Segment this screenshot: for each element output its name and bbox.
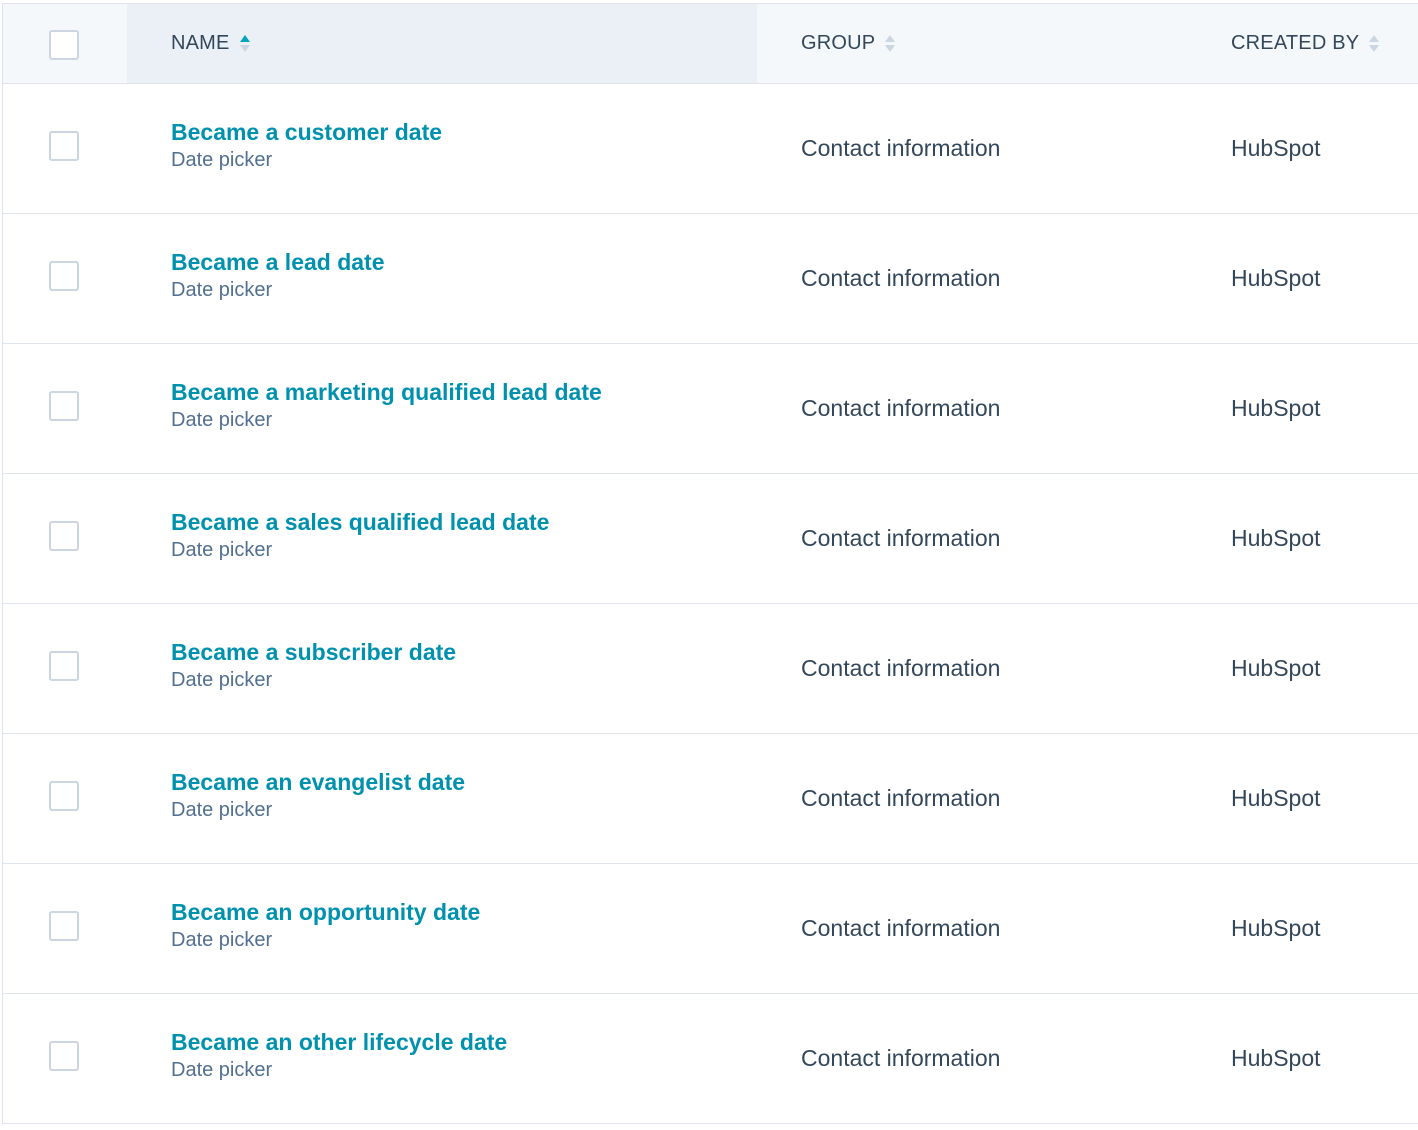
property-name-cell: Became a customer date Date picker <box>171 118 442 173</box>
sort-icon[interactable] <box>885 35 896 52</box>
property-type: Date picker <box>171 539 273 561</box>
property-name-link[interactable]: Became a lead date <box>171 248 385 276</box>
property-group: Contact information <box>801 915 1001 941</box>
column-header-name[interactable]: NAME <box>171 4 250 83</box>
property-name-link[interactable]: Became a sales qualified lead date <box>171 508 549 536</box>
column-header-name-label: NAME <box>171 32 230 54</box>
property-created-by: HubSpot <box>1231 135 1321 161</box>
table-row: Became an other lifecycle date Date pick… <box>3 994 1418 1124</box>
column-header-group[interactable]: GROUP <box>801 4 896 83</box>
property-type: Date picker <box>171 279 273 301</box>
property-group: Contact information <box>801 525 1001 551</box>
property-name-cell: Became a subscriber date Date picker <box>171 638 456 693</box>
row-checkbox[interactable] <box>49 781 79 811</box>
property-group: Contact information <box>801 785 1001 811</box>
table-row: Became a subscriber date Date picker Con… <box>3 604 1418 734</box>
property-group: Contact information <box>801 135 1001 161</box>
property-name-cell: Became a lead date Date picker <box>171 248 385 303</box>
property-name-link[interactable]: Became an evangelist date <box>171 768 465 796</box>
table-row: Became a lead date Date picker Contact i… <box>3 214 1418 344</box>
property-group: Contact information <box>801 265 1001 291</box>
property-created-by: HubSpot <box>1231 785 1321 811</box>
property-created-by: HubSpot <box>1231 525 1321 551</box>
property-created-by: HubSpot <box>1231 655 1321 681</box>
row-checkbox[interactable] <box>49 651 79 681</box>
properties-table: NAME GROUP CREATED BY Became a customer … <box>2 3 1418 1124</box>
select-all-checkbox[interactable] <box>49 30 79 60</box>
table-header: NAME GROUP CREATED BY <box>3 4 1418 84</box>
row-checkbox[interactable] <box>49 911 79 941</box>
property-created-by: HubSpot <box>1231 265 1321 291</box>
property-name-link[interactable]: Became an other lifecycle date <box>171 1028 507 1056</box>
sort-icon[interactable] <box>1369 35 1380 52</box>
property-group: Contact information <box>801 1045 1001 1071</box>
table-row: Became a customer date Date picker Conta… <box>3 84 1418 214</box>
row-checkbox[interactable] <box>49 261 79 291</box>
table-row: Became a marketing qualified lead date D… <box>3 344 1418 474</box>
property-name-link[interactable]: Became a marketing qualified lead date <box>171 378 602 406</box>
property-created-by: HubSpot <box>1231 395 1321 421</box>
table-row: Became a sales qualified lead date Date … <box>3 474 1418 604</box>
property-name-link[interactable]: Became a subscriber date <box>171 638 456 666</box>
property-name-cell: Became an opportunity date Date picker <box>171 898 480 953</box>
column-header-created-by-label: CREATED BY <box>1231 32 1360 54</box>
property-name-link[interactable]: Became a customer date <box>171 118 442 146</box>
sort-ascending-icon[interactable] <box>239 35 250 52</box>
property-created-by: HubSpot <box>1231 1045 1321 1071</box>
column-header-created-by[interactable]: CREATED BY <box>1231 4 1380 83</box>
row-checkbox[interactable] <box>49 131 79 161</box>
property-type: Date picker <box>171 1059 273 1081</box>
row-checkbox[interactable] <box>49 1041 79 1071</box>
property-group: Contact information <box>801 655 1001 681</box>
row-checkbox[interactable] <box>49 521 79 551</box>
property-name-cell: Became a sales qualified lead date Date … <box>171 508 549 563</box>
table-row: Became an opportunity date Date picker C… <box>3 864 1418 994</box>
property-name-cell: Became an evangelist date Date picker <box>171 768 465 823</box>
property-type: Date picker <box>171 929 273 951</box>
row-checkbox[interactable] <box>49 391 79 421</box>
property-type: Date picker <box>171 669 273 691</box>
property-group: Contact information <box>801 395 1001 421</box>
property-name-cell: Became an other lifecycle date Date pick… <box>171 1028 507 1083</box>
property-type: Date picker <box>171 409 273 431</box>
column-header-group-label: GROUP <box>801 32 876 54</box>
property-name-cell: Became a marketing qualified lead date D… <box>171 378 602 433</box>
property-created-by: HubSpot <box>1231 915 1321 941</box>
property-name-link[interactable]: Became an opportunity date <box>171 898 480 926</box>
table-row: Became an evangelist date Date picker Co… <box>3 734 1418 864</box>
property-type: Date picker <box>171 149 273 171</box>
property-type: Date picker <box>171 799 273 821</box>
